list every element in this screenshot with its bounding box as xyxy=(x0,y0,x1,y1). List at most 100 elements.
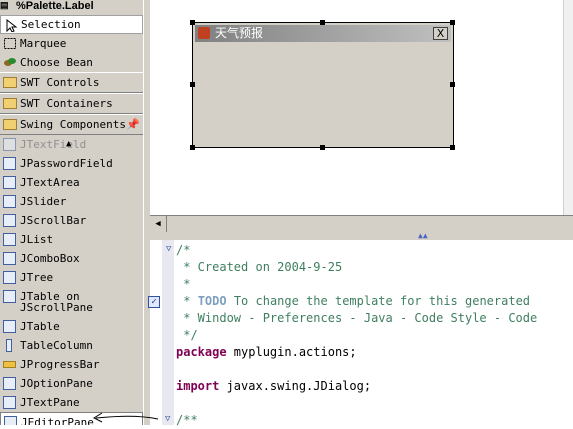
resize-handle[interactable] xyxy=(450,20,455,25)
code-line: * Window - Preferences - Java - Code Sty… xyxy=(176,311,538,325)
editorpane-icon xyxy=(4,416,17,425)
code-line: /** xyxy=(176,413,198,427)
design-vertical-scrollbar[interactable] xyxy=(563,0,573,215)
bean-icon xyxy=(3,56,17,69)
code-line: */ xyxy=(176,328,198,342)
resize-handle[interactable] xyxy=(450,145,455,150)
table-icon xyxy=(3,290,16,303)
editor-gutter xyxy=(162,240,174,425)
tool-selection[interactable]: Selection xyxy=(0,15,143,34)
scroll-up-icon[interactable]: ▲ xyxy=(66,135,71,154)
palette-menu-icon[interactable]: ▤ xyxy=(0,0,9,11)
palette-item-label: JTable xyxy=(20,320,60,333)
palette-item-jprogressbar[interactable]: JProgressBar xyxy=(0,355,143,374)
palette-item-label: JComboBox xyxy=(20,252,80,265)
palette-item-jlist[interactable]: JList xyxy=(0,230,143,249)
scroll-left-icon[interactable]: ◀ xyxy=(150,216,167,232)
editor-splitter[interactable]: ▲▲ xyxy=(150,231,573,240)
palette-item-jcombobox[interactable]: JComboBox xyxy=(0,249,143,268)
palette-title: %Palette.Label xyxy=(16,0,94,12)
list-icon xyxy=(3,233,16,246)
folder-icon xyxy=(3,77,17,88)
annotation-arrow-icon xyxy=(92,412,159,423)
code-line: * TODO To change the template for this g… xyxy=(176,293,530,310)
resize-handle[interactable] xyxy=(190,20,195,25)
textpane-icon xyxy=(3,396,16,409)
palette-item-label: JList xyxy=(20,233,54,246)
palette-item-label: JOptionPane xyxy=(20,377,93,390)
palette-item-label: TableColumn xyxy=(20,339,93,352)
palette-item-label: JScrollBar xyxy=(20,214,87,227)
dialog-title: 天气预报 xyxy=(215,26,264,40)
palette-item-joptionpane[interactable]: JOptionPane xyxy=(0,374,143,393)
pin-icon[interactable]: 📌 xyxy=(126,115,140,134)
keyword: import xyxy=(176,379,220,393)
code-line: package myplugin.actions; xyxy=(176,344,357,361)
palette-panel: ▤ %Palette.Label Selection Marquee Choos… xyxy=(0,0,144,425)
code-line: * xyxy=(176,277,191,291)
palette-item-label: JProgressBar xyxy=(20,358,100,371)
resize-handle[interactable] xyxy=(320,145,325,150)
drawer-swing-components[interactable]: Swing Components 📌 xyxy=(0,114,143,135)
palette-item-jtextfield[interactable]: JTextField ▲ xyxy=(0,135,143,154)
tool-label: Selection xyxy=(21,18,81,31)
code-text: myplugin.actions; xyxy=(226,345,357,359)
fold-collapse-icon[interactable]: ▽ xyxy=(166,244,171,254)
folder-icon xyxy=(3,98,17,109)
palette-item-jtable[interactable]: JTable xyxy=(0,317,143,336)
tablecolumn-icon xyxy=(6,339,12,352)
drawer-swt-controls[interactable]: SWT Controls xyxy=(0,72,143,93)
tool-marquee[interactable]: Marquee xyxy=(0,34,143,53)
task-marker-icon[interactable]: ✓ xyxy=(148,296,160,308)
resize-handle[interactable] xyxy=(190,145,195,150)
tool-label: Marquee xyxy=(20,37,67,50)
passwordfield-icon xyxy=(3,157,16,170)
palette-item-jpasswordfield[interactable]: JPasswordField xyxy=(0,154,143,173)
progressbar-icon xyxy=(3,361,16,368)
editor-ruler xyxy=(150,240,162,425)
code-line: /* xyxy=(176,243,191,257)
palette-item-jtextarea[interactable]: JTextArea xyxy=(0,173,143,192)
close-button[interactable]: X xyxy=(433,27,448,40)
arrow-pointer-icon xyxy=(4,18,18,33)
resize-handle[interactable] xyxy=(320,20,325,25)
resize-handle[interactable] xyxy=(450,82,455,87)
palette-item-label: JTextPane xyxy=(20,396,80,409)
palette-splitter[interactable] xyxy=(143,0,150,425)
drawer-label: SWT Containers xyxy=(20,97,113,110)
palette-item-tablecolumn[interactable]: TableColumn xyxy=(0,336,143,355)
textarea-icon xyxy=(3,176,16,189)
palette-header[interactable]: ▤ %Palette.Label xyxy=(0,0,143,15)
design-horizontal-scrollbar[interactable]: ◀ xyxy=(150,215,573,232)
java-icon xyxy=(198,27,210,39)
code-line: import javax.swing.JDialog; xyxy=(176,378,371,395)
table-icon xyxy=(3,320,16,333)
palette-item-label: JEditorPane xyxy=(21,416,94,425)
dialog-titlebar[interactable]: 天气预报 X xyxy=(195,25,451,42)
palette-item-label: JPasswordField xyxy=(20,157,113,170)
optionpane-icon xyxy=(3,377,16,390)
tree-icon xyxy=(3,271,16,284)
source-editor[interactable]: /* * Created on 2004-9-25 * * TODO To ch… xyxy=(176,240,573,427)
palette-item-jslider[interactable]: JSlider xyxy=(0,192,143,211)
palette-item-jtree[interactable]: JTree xyxy=(0,268,143,287)
jdialog-preview[interactable]: 天气预报 X xyxy=(192,22,454,148)
textfield-icon xyxy=(3,138,16,151)
tool-choose-bean[interactable]: Choose Bean xyxy=(0,53,143,72)
drawer-label: SWT Controls xyxy=(20,76,100,89)
todo-tag: TODO xyxy=(197,294,227,308)
slider-icon xyxy=(3,195,16,208)
drawer-swt-containers[interactable]: SWT Containers xyxy=(0,93,143,114)
palette-item-jscrollbar[interactable]: JScrollBar xyxy=(0,211,143,230)
palette-item-label-line2: JScrollPane xyxy=(20,301,93,314)
scrollbar-icon xyxy=(3,214,16,227)
resize-handle[interactable] xyxy=(190,82,195,87)
keyword: package xyxy=(176,345,227,359)
collapse-arrows-icon[interactable]: ▲▲ xyxy=(418,231,428,240)
marquee-icon xyxy=(3,37,17,50)
palette-item-label: JSlider xyxy=(20,195,67,208)
drawer-label: Swing Components xyxy=(20,118,126,131)
fold-collapse-icon[interactable]: ▽ xyxy=(165,414,170,424)
tool-label: Choose Bean xyxy=(20,56,93,69)
palette-item-jtable-on-jscrollpane[interactable]: JTable on JScrollPane xyxy=(0,287,143,317)
